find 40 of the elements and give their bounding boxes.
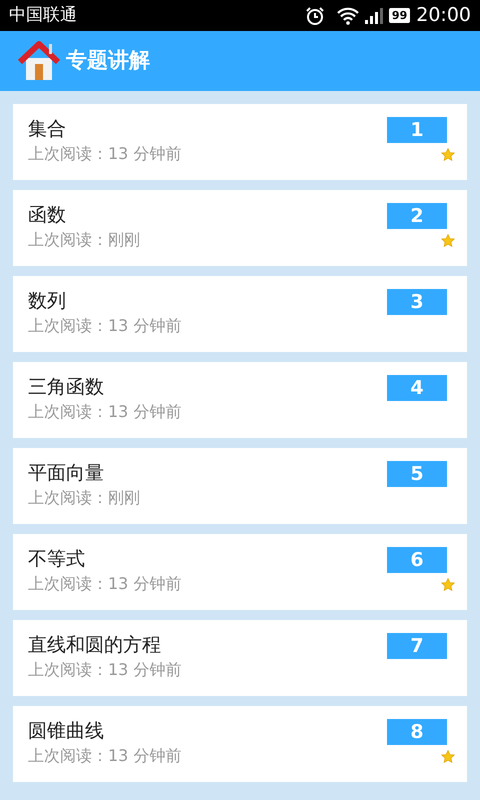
last-read-text: 上次阅读：刚刚: [28, 487, 141, 509]
topic-title: 平面向量: [28, 461, 105, 486]
last-read-text: 上次阅读：13 分钟前: [28, 143, 182, 165]
last-read-text: 上次阅读：13 分钟前: [28, 745, 182, 767]
topic-number: 6: [387, 547, 447, 573]
topic-card[interactable]: 圆锥曲线 上次阅读：13 分钟前 8: [13, 706, 467, 782]
topic-card[interactable]: 三角函数 上次阅读：13 分钟前 4: [13, 362, 467, 438]
topic-card[interactable]: 不等式 上次阅读：13 分钟前 6: [13, 534, 467, 610]
topic-number: 3: [387, 289, 447, 315]
topic-number: 7: [387, 633, 447, 659]
clock-time: 20:00: [416, 3, 471, 28]
topic-title: 不等式: [28, 547, 86, 572]
topic-card[interactable]: 直线和圆的方程 上次阅读：13 分钟前 7: [13, 620, 467, 696]
alarm-icon: [304, 6, 325, 26]
last-read-text: 上次阅读：刚刚: [28, 229, 141, 251]
topic-card[interactable]: 函数 上次阅读：刚刚 2: [13, 190, 467, 266]
carrier-name: 中国联通: [9, 4, 77, 27]
house-icon: [18, 40, 60, 82]
topic-title: 直线和圆的方程: [28, 633, 162, 658]
last-read-text: 上次阅读：13 分钟前: [28, 315, 182, 337]
topic-title: 数列: [28, 289, 67, 314]
topic-number: 5: [387, 461, 447, 487]
topic-title: 三角函数: [28, 375, 105, 400]
last-read-text: 上次阅读：13 分钟前: [28, 659, 182, 681]
signal-icon: [364, 8, 383, 24]
wifi-icon: [336, 6, 359, 24]
topic-number: 2: [387, 203, 447, 229]
last-read-text: 上次阅读：13 分钟前: [28, 401, 182, 423]
topic-card[interactable]: 平面向量 上次阅读：刚刚 5: [13, 448, 467, 524]
page-title: 专题讲解: [66, 47, 150, 74]
topic-title: 圆锥曲线: [28, 719, 105, 744]
topic-number: 4: [387, 375, 447, 401]
topic-number: 8: [387, 719, 447, 745]
topic-card[interactable]: 数列 上次阅读：13 分钟前 3: [13, 276, 467, 352]
topic-title: 函数: [28, 203, 67, 228]
topic-number: 1: [387, 117, 447, 143]
topic-title: 集合: [28, 117, 67, 142]
battery-indicator: 99: [388, 8, 410, 23]
last-read-text: 上次阅读：13 分钟前: [28, 573, 182, 595]
topic-card[interactable]: 集合 上次阅读：13 分钟前 1: [13, 104, 467, 180]
